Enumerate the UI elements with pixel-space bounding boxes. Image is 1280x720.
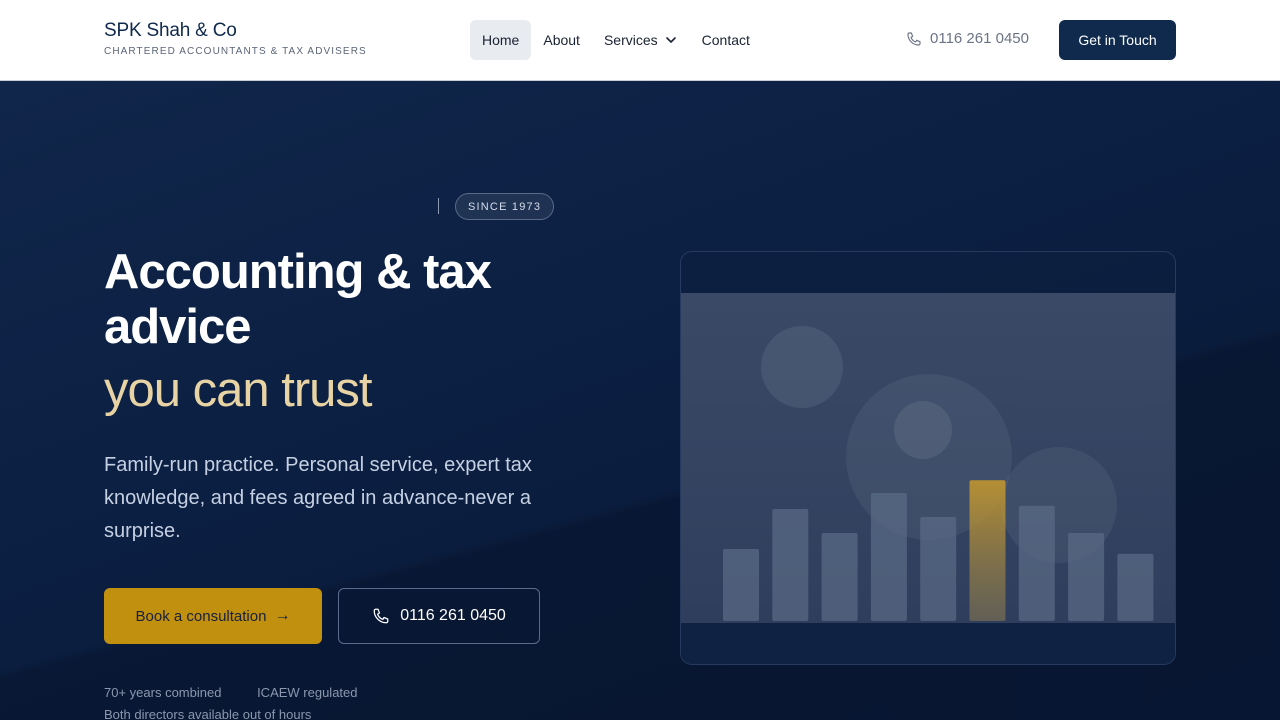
- hero-illustration: [680, 251, 1176, 665]
- bar: [772, 509, 809, 621]
- nav-home-label: Home: [482, 32, 520, 48]
- nav-contact[interactable]: Contact: [690, 20, 762, 60]
- trust-item: 70+ years combined: [104, 685, 222, 700]
- call-phone-label: 0116 261 0450: [400, 607, 506, 624]
- bar: [1068, 533, 1105, 621]
- book-consultation-label: Book a consultation: [135, 607, 267, 625]
- brand-tagline: CHARTERED ACCOUNTANTS & TAX ADVISERS: [104, 46, 367, 57]
- bar: [821, 533, 858, 621]
- illustration-panel: [681, 293, 1175, 623]
- hero-headline-accent: you can trust: [104, 363, 373, 417]
- bar: [920, 517, 957, 621]
- hero-lead-text: Family-run practice. Personal service, e…: [104, 454, 532, 542]
- trust-out-of-hours: Both directors available out of hours: [104, 707, 312, 720]
- nav-home[interactable]: Home: [470, 20, 532, 60]
- bar-graphic: [723, 326, 1154, 621]
- phone-icon: [907, 31, 921, 46]
- bar: [1018, 505, 1055, 621]
- trust-item: ICAEW regulated: [257, 685, 358, 700]
- main-nav: Home About Services Contact: [470, 20, 762, 60]
- get-in-touch-button[interactable]: Get in Touch: [1059, 20, 1176, 60]
- header-phone-number: 0116 261 0450: [930, 30, 1029, 47]
- since-badge: SINCE 1973: [455, 193, 555, 220]
- phone-icon: [373, 608, 389, 624]
- nav-about[interactable]: About: [531, 20, 592, 60]
- nav-about-label: About: [543, 32, 580, 48]
- nav-services[interactable]: Services: [592, 20, 690, 60]
- bar: [1117, 553, 1154, 621]
- brand[interactable]: SPK Shah & Co CHARTERED ACCOUNTANTS & TA…: [104, 20, 367, 57]
- highlighted-bar: [969, 480, 1006, 621]
- nav-services-label: Services: [603, 32, 658, 48]
- chevron-down-icon: [665, 37, 676, 43]
- call-phone-button[interactable]: 0116 261 0450: [338, 588, 540, 644]
- book-consultation-button[interactable]: Book a consultation →: [104, 588, 322, 644]
- hero-section: SINCE 1973 Accounting & tax advice you c…: [0, 81, 1280, 720]
- illustration-footer: [681, 623, 1175, 664]
- bar: [870, 493, 907, 621]
- site-header: SPK Shah & Co CHARTERED ACCOUNTANTS & TA…: [0, 0, 1280, 81]
- arrow-right-icon: →: [274, 607, 291, 624]
- badge-divider: [438, 198, 439, 214]
- trust-points: 70+ years combined ICAEW regulated: [104, 685, 390, 700]
- decorative-circle: [761, 326, 843, 408]
- bar: [723, 549, 759, 621]
- header-phone-link[interactable]: 0116 261 0450: [906, 30, 1029, 47]
- hero-headline: Accounting & tax advice: [104, 245, 492, 354]
- nav-contact-label: Contact: [701, 32, 750, 48]
- brand-name[interactable]: SPK Shah & Co: [104, 20, 367, 42]
